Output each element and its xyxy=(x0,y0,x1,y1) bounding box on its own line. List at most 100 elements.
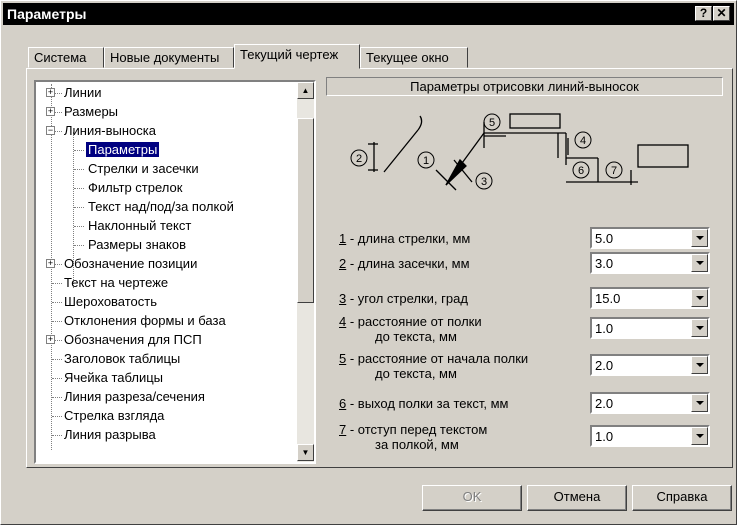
param-value: 15.0 xyxy=(595,291,621,306)
diagram-text-box xyxy=(637,144,689,168)
diagram-label-4: 4 xyxy=(580,135,586,147)
tree-item-label: Размеры знаков xyxy=(88,237,186,252)
tree-item[interactable]: Линия разреза/сечения xyxy=(62,387,207,407)
tree-item-label: Заголовок таблицы xyxy=(64,351,181,366)
param-text: - длина засечки, мм xyxy=(346,256,470,271)
tree-line xyxy=(52,416,62,417)
leader-diagram: 2 1 3 5 4 6 7 xyxy=(350,113,689,191)
chevron-down-icon[interactable] xyxy=(691,394,708,412)
diagram-label-7: 7 xyxy=(611,165,617,177)
param-value-select[interactable]: 2.0 xyxy=(590,354,710,376)
collapse-icon[interactable]: − xyxy=(46,126,55,135)
tree-item[interactable]: Стрелка взгляда xyxy=(62,406,166,426)
param-value-select[interactable]: 1.0 xyxy=(590,317,710,339)
tree-scrollbar[interactable]: ▲ ▼ xyxy=(297,82,314,462)
scroll-up-icon[interactable]: ▲ xyxy=(297,82,314,99)
param-text-line2: до текста, мм xyxy=(375,329,457,344)
chevron-down-icon[interactable] xyxy=(691,289,708,307)
tree-item-label: Размеры xyxy=(64,104,119,119)
chevron-down-icon[interactable] xyxy=(691,319,708,337)
param-value: 1.0 xyxy=(595,321,614,336)
chevron-down-icon[interactable] xyxy=(691,229,708,247)
tree-item[interactable]: Размеры xyxy=(62,102,120,122)
tree-line xyxy=(74,207,84,208)
tree-item[interactable]: Линия разрыва xyxy=(62,425,158,445)
tree-item[interactable]: Размеры знаков xyxy=(86,235,188,255)
tree-item-label: Линии xyxy=(64,85,102,100)
tree-line xyxy=(74,226,84,227)
tree-item[interactable]: Линии xyxy=(62,83,104,103)
tree-item-label: Текст над/под/за полкой xyxy=(88,199,234,214)
expand-icon[interactable]: + xyxy=(46,259,55,268)
tree-item-label: Параметры xyxy=(84,141,161,158)
ok-button[interactable]: OK xyxy=(422,485,522,511)
tree-item[interactable]: Фильтр стрелок xyxy=(86,178,184,198)
tab-system[interactable]: Система xyxy=(28,47,104,68)
tree-item-label: Линия разреза/сечения xyxy=(64,389,205,404)
tab-new-documents[interactable]: Новые документы xyxy=(104,47,234,68)
param-label: 7 - отступ перед текстом за полкой, мм xyxy=(339,422,487,452)
param-label: 3 - угол стрелки, град xyxy=(339,291,468,306)
tree-item-label: Фильтр стрелок xyxy=(88,180,183,195)
window-title: Параметры xyxy=(7,6,87,22)
tree-item[interactable]: Наклонный текст xyxy=(86,216,193,236)
tree-item[interactable]: Линия-выноска xyxy=(62,121,158,141)
chevron-down-icon[interactable] xyxy=(691,356,708,374)
tree-item-label: Ячейка таблицы xyxy=(64,370,164,385)
tree-item-label: Стрелка взгляда xyxy=(64,408,165,423)
param-value-select[interactable]: 5.0 xyxy=(590,227,710,249)
diagram-text-box xyxy=(509,113,561,129)
tree-item[interactable]: Обозначение позиции xyxy=(62,254,199,274)
diagram-arrow xyxy=(445,158,467,186)
expand-icon[interactable]: + xyxy=(46,335,55,344)
diagram-line xyxy=(383,129,419,173)
tree-item[interactable]: Параметры xyxy=(84,140,161,160)
tree-item-label: Линия-выноска xyxy=(64,123,156,138)
help-icon[interactable]: ? xyxy=(695,6,712,21)
tree-line xyxy=(74,169,84,170)
chevron-down-icon[interactable] xyxy=(691,427,708,445)
param-text-line2: до текста, мм xyxy=(375,366,457,381)
tab-current-window[interactable]: Текущее окно xyxy=(360,47,468,68)
tree-item-label: Текст на чертеже xyxy=(64,275,169,290)
param-text: - отступ перед текстом xyxy=(346,422,488,437)
tree-item[interactable]: Обозначения для ПСП xyxy=(62,330,204,350)
expand-icon[interactable]: + xyxy=(46,107,55,116)
param-text: - угол стрелки, град xyxy=(346,291,468,306)
param-value: 2.0 xyxy=(595,396,614,411)
tree-line xyxy=(52,283,62,284)
tree-item[interactable]: Текст на чертеже xyxy=(62,273,170,293)
scroll-thumb[interactable] xyxy=(297,118,314,303)
tree-item[interactable]: Ячейка таблицы xyxy=(62,368,165,388)
diagram-label-6: 6 xyxy=(578,165,584,177)
tree-items: Линии + Размеры + Линия-выноска − Параметры Стр… xyxy=(36,82,298,462)
param-value-select[interactable]: 3.0 xyxy=(590,252,710,274)
tree-item-label: Обозначение позиции xyxy=(64,256,198,271)
param-value-select[interactable]: 2.0 xyxy=(590,392,710,414)
close-icon[interactable]: ✕ xyxy=(713,6,730,21)
help-button[interactable]: Справка xyxy=(632,485,732,511)
param-label: 4 - расстояние от полки до текста, мм xyxy=(339,314,482,344)
tree-item-label: Стрелки и засечки xyxy=(88,161,199,176)
tree-line xyxy=(52,359,62,360)
param-text: - выход полки за текст, мм xyxy=(346,396,509,411)
cancel-button[interactable]: Отмена xyxy=(527,485,627,511)
tree-item[interactable]: Стрелки и засечки xyxy=(86,159,201,179)
tab-current-drawing[interactable]: Текущий чертеж xyxy=(234,44,360,69)
tree-item[interactable]: Отклонения формы и база xyxy=(62,311,228,331)
tree-item-label: Шероховатость xyxy=(64,294,158,309)
tree-line xyxy=(74,188,84,189)
param-value: 1.0 xyxy=(595,429,614,444)
param-value-select[interactable]: 15.0 xyxy=(590,287,710,309)
tree-item[interactable]: Текст над/под/за полкой xyxy=(86,197,236,217)
chevron-down-icon[interactable] xyxy=(691,254,708,272)
settings-tree[interactable]: Линии + Размеры + Линия-выноска − Параметры Стр… xyxy=(34,80,316,464)
diagram-label-3: 3 xyxy=(481,176,487,188)
tree-item[interactable]: Заголовок таблицы xyxy=(62,349,182,369)
param-value-select[interactable]: 1.0 xyxy=(590,425,710,447)
diagram-line xyxy=(417,115,423,131)
scroll-down-icon[interactable]: ▼ xyxy=(297,444,314,461)
tree-item[interactable]: Шероховатость xyxy=(62,292,159,312)
expand-icon[interactable]: + xyxy=(46,88,55,97)
param-label: 2 - длина засечки, мм xyxy=(339,256,470,271)
